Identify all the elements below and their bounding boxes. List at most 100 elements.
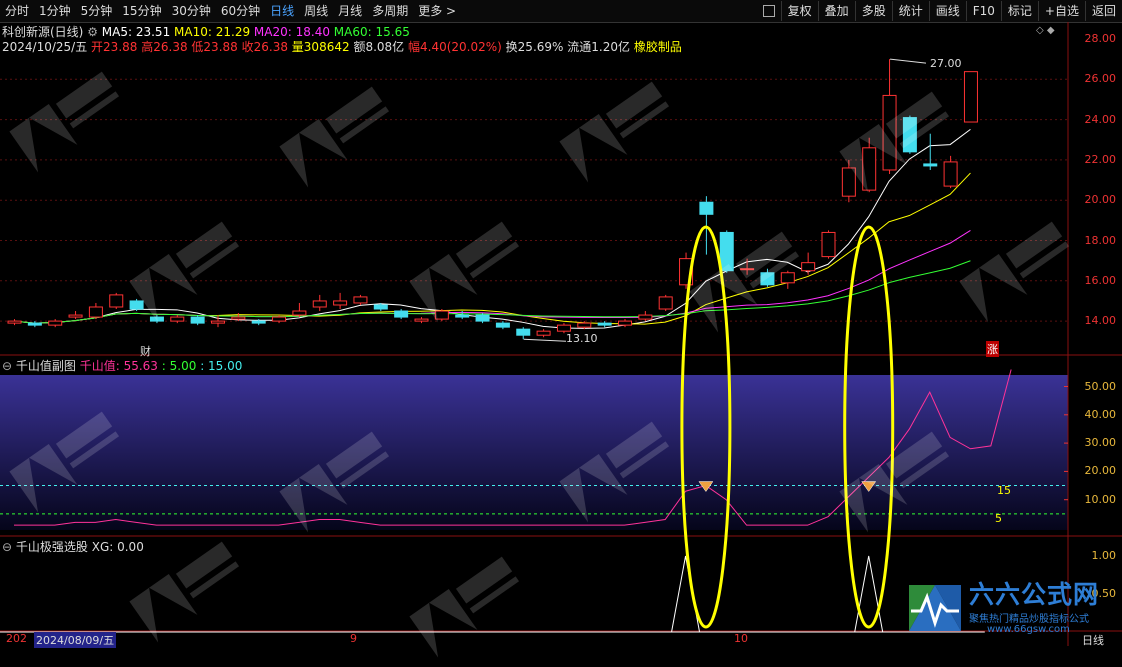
candle-body bbox=[556, 324, 571, 332]
chart-corner-icons[interactable]: ◇ ◆ bbox=[1036, 25, 1055, 36]
candle[interactable] bbox=[27, 321, 42, 328]
candle[interactable] bbox=[943, 155, 958, 189]
gear-icon[interactable]: ⚙ bbox=[87, 25, 98, 39]
candle[interactable] bbox=[272, 315, 287, 324]
tool-button-7[interactable]: +自选 bbox=[1037, 1, 1085, 21]
candle[interactable] bbox=[251, 319, 266, 326]
candle-body bbox=[190, 316, 205, 324]
candle[interactable] bbox=[963, 71, 978, 123]
candle-body bbox=[68, 314, 83, 318]
tab-7[interactable]: 周线 bbox=[299, 0, 333, 22]
sub2-title: 千山极强选股 bbox=[15, 540, 88, 554]
candle[interactable] bbox=[699, 196, 714, 255]
watermark-logo-icon bbox=[833, 82, 964, 199]
signal-diamond-icon bbox=[698, 481, 714, 492]
candle-body bbox=[516, 328, 531, 336]
watermark-logo-icon bbox=[3, 62, 134, 179]
axis-label: 22.00 bbox=[1084, 152, 1117, 166]
tab-6[interactable]: 日线 bbox=[265, 0, 299, 22]
watermark-logo-icon bbox=[953, 212, 1084, 329]
tool-buttons: 复权 叠加 多股 统计 画线 F10 标记 +自选 返回 bbox=[757, 0, 1122, 22]
candle-body bbox=[211, 320, 225, 324]
candle[interactable] bbox=[658, 294, 673, 312]
tool-button-0[interactable]: 复权 bbox=[780, 1, 818, 21]
window-square-icon[interactable] bbox=[762, 5, 775, 17]
axis-label: 26.00 bbox=[1084, 72, 1117, 86]
candle-body bbox=[48, 320, 63, 326]
tool-button-6[interactable]: 标记 bbox=[1000, 1, 1038, 21]
candle[interactable] bbox=[495, 321, 510, 330]
candle[interactable] bbox=[618, 319, 632, 328]
limit-up-marker[interactable]: 涨 bbox=[986, 341, 999, 357]
candle[interactable] bbox=[88, 302, 103, 320]
candle-body bbox=[373, 304, 388, 310]
tool-button-8[interactable]: 返回 bbox=[1084, 1, 1122, 21]
candle-body bbox=[88, 306, 103, 318]
candle[interactable] bbox=[353, 294, 368, 305]
candle[interactable] bbox=[516, 327, 531, 340]
candle[interactable] bbox=[414, 317, 429, 324]
kline-chart[interactable] bbox=[0, 0, 1122, 646]
fin-marker[interactable]: 财 bbox=[140, 343, 151, 359]
candle-body bbox=[292, 310, 307, 316]
tab-0[interactable]: 分时 bbox=[0, 0, 34, 22]
tab-5[interactable]: 60分钟 bbox=[216, 0, 265, 22]
low-pointer bbox=[523, 338, 567, 342]
candle[interactable] bbox=[211, 315, 225, 328]
candle-body bbox=[577, 322, 592, 328]
candle[interactable] bbox=[638, 311, 653, 322]
highlight-ellipse bbox=[843, 225, 895, 629]
period-tabs: 分时 1分钟 5分钟 15分钟 30分钟 60分钟 日线 周线 月线 多周期 更多 > bbox=[0, 0, 461, 22]
sub1-value: 千山值: 55.63 bbox=[79, 359, 158, 373]
sub2-toggle-icon[interactable]: ⊖ bbox=[2, 540, 12, 554]
candle[interactable] bbox=[7, 319, 22, 326]
tool-button-1[interactable]: 叠加 bbox=[817, 1, 855, 21]
tool-button-4[interactable]: 画线 bbox=[928, 1, 966, 21]
candle[interactable] bbox=[394, 309, 409, 320]
tool-button-2[interactable]: 多股 bbox=[854, 1, 892, 21]
axis-label: 18.00 bbox=[1084, 233, 1117, 247]
candle-body bbox=[394, 310, 409, 318]
change-pct: 幅4.40(20.02%) bbox=[408, 40, 502, 54]
sub2-xg: XG: 0.00 bbox=[91, 540, 144, 554]
candle-body bbox=[109, 294, 124, 308]
candle-body bbox=[943, 161, 958, 187]
tab-9[interactable]: 多周期 bbox=[367, 0, 413, 22]
candle[interactable] bbox=[577, 321, 592, 330]
tab-4[interactable]: 30分钟 bbox=[167, 0, 216, 22]
candle[interactable] bbox=[333, 292, 348, 310]
candle[interactable] bbox=[597, 321, 612, 328]
candle-body bbox=[251, 320, 266, 324]
tab-3[interactable]: 15分钟 bbox=[117, 0, 166, 22]
candle[interactable] bbox=[536, 329, 551, 338]
stock-name: 科创新源(日线) bbox=[2, 25, 84, 39]
candle[interactable] bbox=[68, 311, 83, 320]
axis-label: 16.00 bbox=[1084, 273, 1117, 287]
tab-10[interactable]: 更多 > bbox=[413, 0, 461, 22]
tool-button-3[interactable]: 统计 bbox=[891, 1, 929, 21]
tab-1[interactable]: 1分钟 bbox=[34, 0, 76, 22]
candle[interactable] bbox=[109, 292, 124, 310]
candle-body bbox=[475, 314, 490, 322]
candle[interactable] bbox=[475, 313, 490, 324]
candle[interactable] bbox=[821, 230, 836, 259]
sub1-v5: : 5.00 bbox=[161, 359, 197, 373]
tab-2[interactable]: 5分钟 bbox=[76, 0, 118, 22]
candle-body bbox=[699, 201, 714, 215]
amount: 额8.08亿 bbox=[353, 40, 405, 54]
candle[interactable] bbox=[292, 302, 307, 318]
candle[interactable] bbox=[231, 313, 246, 322]
sub1-toggle-icon[interactable]: ⊖ bbox=[2, 359, 12, 373]
float-cap: 流通1.20亿 bbox=[567, 40, 630, 54]
tab-8[interactable]: 月线 bbox=[333, 0, 367, 22]
candle[interactable] bbox=[48, 319, 63, 328]
volume: 量308642 bbox=[291, 40, 350, 54]
low-annotation: 13.10 bbox=[566, 332, 598, 345]
site-logo: 六六公式网 聚焦热门精品炒股指标公式 www.66gsw.com bbox=[905, 575, 1120, 637]
candle[interactable] bbox=[373, 302, 388, 312]
sector-name[interactable]: 橡胶制品 bbox=[634, 40, 682, 54]
xg-signal bbox=[854, 555, 884, 633]
candle[interactable] bbox=[190, 315, 205, 326]
tool-button-5[interactable]: F10 bbox=[965, 1, 1001, 21]
candle[interactable] bbox=[312, 294, 327, 312]
